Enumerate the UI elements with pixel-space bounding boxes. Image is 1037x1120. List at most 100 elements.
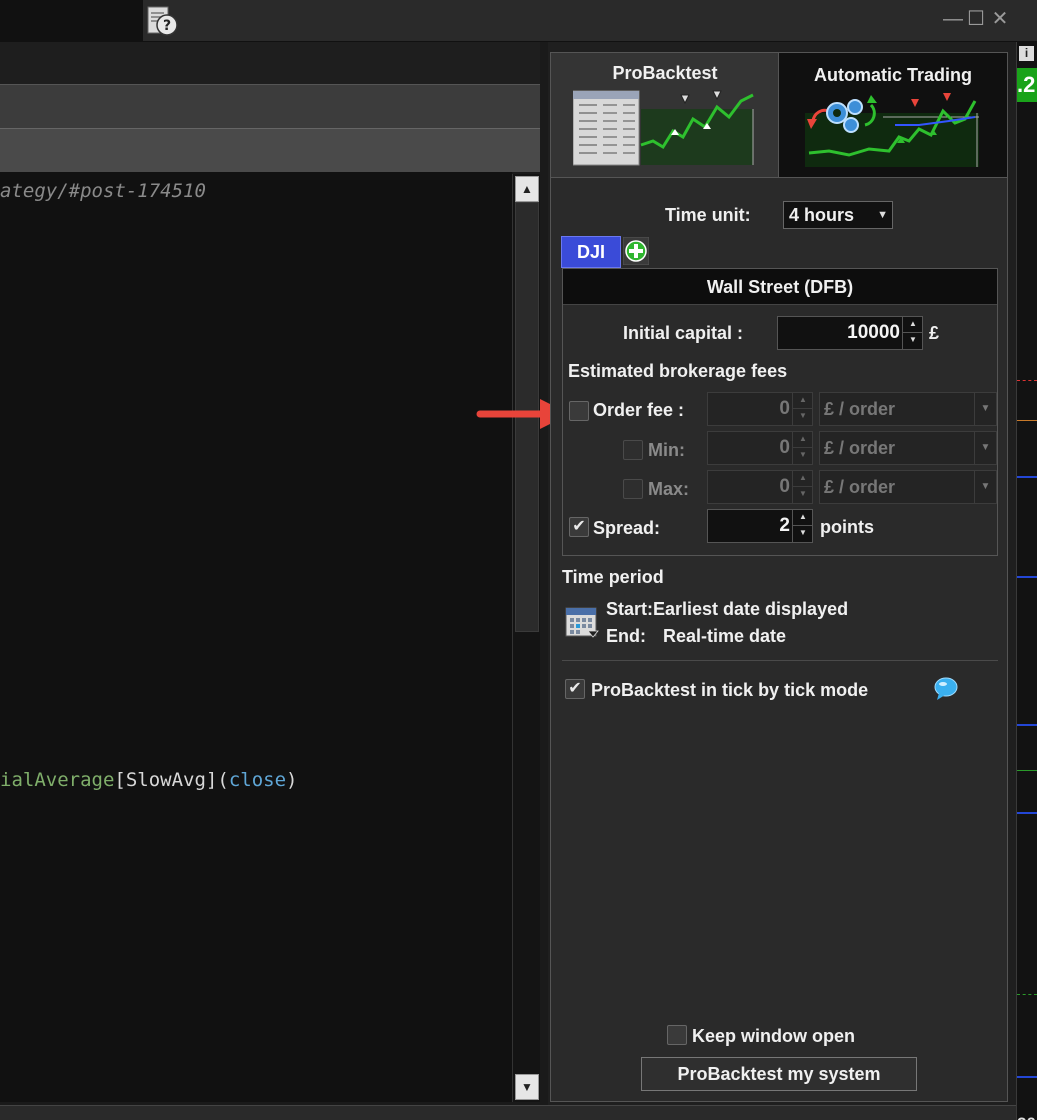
top-toolbar: ? — ☐ ✕: [0, 0, 1037, 42]
editor-vertical-scrollbar[interactable]: ▲ ▼: [512, 174, 540, 1102]
min-fee-label: Min:: [648, 440, 685, 460]
keep-open-label: Keep window open: [692, 1026, 856, 1046]
max-fee-checkbox[interactable]: [623, 479, 643, 499]
min-fee-value: 0: [779, 437, 790, 458]
spread-unit: points: [820, 517, 874, 537]
order-fee-stepper[interactable]: 0 ▲ ▼: [707, 392, 813, 426]
probacktest-panel: ProBacktest Automatic Trading Time unit:…: [550, 52, 1008, 1102]
initial-capital-label: Initial capital :: [623, 323, 744, 343]
tick-mode-label: ProBacktest in tick by tick mode: [591, 680, 869, 700]
edge-line: [1017, 724, 1037, 726]
decrement-icon[interactable]: ▼: [793, 526, 813, 542]
edge-line: [1017, 1076, 1037, 1078]
order-fee-checkbox[interactable]: [569, 401, 589, 421]
editor-toolbar: [0, 84, 540, 128]
code-text-area[interactable]: ategy/#post-174510 ialAverage[SlowAvg](c…: [0, 172, 512, 1102]
minimize-button[interactable]: —: [943, 8, 963, 30]
edge-line: [1017, 420, 1037, 421]
order-fee-value: 0: [779, 398, 790, 419]
fees-heading: Estimated brokerage fees: [568, 361, 788, 381]
increment-icon[interactable]: ▲: [793, 510, 813, 526]
speech-bubble-icon[interactable]: [933, 677, 959, 701]
period-start: Start:Earliest date displayed: [606, 599, 849, 619]
horizontal-scrollbar[interactable]: [0, 1105, 1016, 1120]
max-fee-unit: £ / order: [824, 477, 896, 497]
edge-line: [1017, 994, 1037, 995]
time-unit-select[interactable]: 4 hours ▼: [783, 201, 893, 229]
tab-probacktest-label: ProBacktest: [612, 63, 718, 83]
code-line: ategy/#post-174510: [0, 180, 206, 202]
max-fee-unit-select[interactable]: £ / order ▼: [819, 470, 997, 504]
increment-icon[interactable]: ▲: [793, 393, 813, 409]
info-icon[interactable]: i: [1019, 46, 1034, 61]
increment-icon[interactable]: ▲: [793, 432, 813, 448]
gears-icon: [805, 93, 979, 167]
market-name: Wall Street (DFB): [563, 269, 997, 305]
edge-line: [1017, 380, 1037, 381]
decrement-icon[interactable]: ▼: [793, 409, 813, 425]
maximize-button[interactable]: ☐: [967, 8, 985, 30]
period-end-value: Real-time date: [663, 626, 787, 646]
increment-icon[interactable]: ▲: [903, 317, 923, 333]
tab-separator: [551, 177, 1007, 178]
scroll-up-icon[interactable]: ▲: [515, 176, 539, 202]
time-unit-value: 4 hours: [789, 205, 855, 225]
increment-icon[interactable]: ▲: [793, 471, 813, 487]
spread-value: 2: [779, 515, 790, 536]
keep-open-checkbox[interactable]: [667, 1025, 687, 1045]
order-fee-label: Order fee :: [593, 400, 685, 420]
calendar-icon[interactable]: [564, 603, 600, 639]
edge-date: 20: [1017, 1114, 1037, 1120]
initial-capital-stepper[interactable]: 10000 ▲ ▼: [777, 316, 923, 350]
max-fee-stepper[interactable]: 0 ▲ ▼: [707, 470, 813, 504]
max-fee-value: 0: [779, 476, 790, 497]
order-fee-unit-select[interactable]: £ / order ▼: [819, 392, 997, 426]
tick-mode-checkbox[interactable]: ✔: [565, 679, 585, 699]
decrement-icon[interactable]: ▼: [903, 333, 923, 349]
svg-text:?: ?: [163, 18, 171, 34]
edge-line: [1017, 770, 1037, 771]
edge-line: [1017, 576, 1037, 578]
initial-capital-value: 10000: [847, 322, 900, 343]
tab-automatic-trading-label: Automatic Trading: [813, 65, 972, 85]
probacktest-run-button[interactable]: ProBacktest my system: [641, 1057, 917, 1091]
chart-edge-strip: i .2 20: [1016, 42, 1037, 1120]
editor-subtoolbar: [0, 128, 540, 172]
panel-tabs: ProBacktest Automatic Trading: [551, 53, 1007, 178]
spread-checkbox[interactable]: ✔: [569, 517, 589, 537]
code-line: ialAverage[SlowAvg](close): [0, 769, 298, 791]
chevron-down-icon: ▼: [974, 471, 996, 503]
toolbar-dark-area: [0, 0, 143, 42]
section-divider: [562, 660, 998, 661]
edge-line: [1017, 476, 1037, 478]
backtest-chart-icon: [573, 90, 754, 166]
decrement-icon[interactable]: ▼: [793, 448, 813, 464]
max-fee-label: Max:: [648, 479, 690, 499]
spread-stepper[interactable]: 2 ▲ ▼: [707, 509, 813, 543]
tab-automatic-trading[interactable]: Automatic Trading: [779, 53, 1007, 177]
order-fee-unit: £ / order: [824, 399, 896, 419]
scroll-down-icon[interactable]: ▼: [515, 1074, 539, 1100]
editor-header: [0, 42, 540, 84]
min-fee-unit: £ / order: [824, 438, 896, 458]
instrument-tab-dji[interactable]: DJI: [561, 236, 621, 268]
time-unit-label: Time unit:: [665, 205, 751, 225]
spread-label: Spread:: [593, 518, 661, 538]
plus-icon[interactable]: [623, 237, 649, 265]
chevron-down-icon: ▼: [974, 432, 996, 464]
help-icon[interactable]: ?: [146, 5, 180, 37]
price-badge: .2: [1017, 68, 1037, 102]
chevron-down-icon: ▼: [877, 209, 888, 221]
chevron-down-icon: ▼: [974, 393, 996, 425]
time-period-heading: Time period: [562, 567, 664, 587]
min-fee-unit-select[interactable]: £ / order ▼: [819, 431, 997, 465]
min-fee-checkbox[interactable]: [623, 440, 643, 460]
market-settings-box: Wall Street (DFB) Initial capital : 1000…: [562, 268, 998, 556]
min-fee-stepper[interactable]: 0 ▲ ▼: [707, 431, 813, 465]
period-end-label: End:: [606, 626, 646, 646]
capital-currency: £: [929, 323, 940, 343]
edge-line: [1017, 812, 1037, 814]
tab-probacktest[interactable]: ProBacktest: [551, 53, 779, 177]
close-button[interactable]: ✕: [991, 8, 1009, 30]
decrement-icon[interactable]: ▼: [793, 487, 813, 503]
